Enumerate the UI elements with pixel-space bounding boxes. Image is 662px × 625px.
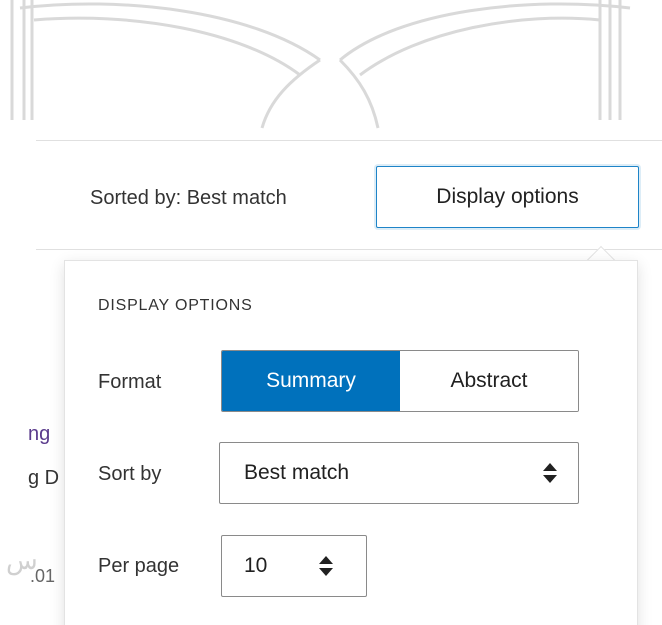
format-toggle: Summary Abstract [221,350,579,412]
format-label: Format [98,371,162,393]
up-down-arrows-icon [543,463,557,483]
display-options-panel: DISPLAY OPTIONS Format Summary Abstract … [64,260,638,625]
result-title-link[interactable]: ng [28,423,50,446]
format-abstract-button[interactable]: Abstract [400,351,578,411]
toolbar-divider-bottom [36,249,662,250]
display-options-button[interactable]: Display options [376,166,639,228]
sort-by-label: Sort by [98,463,162,485]
format-summary-button[interactable]: Summary [222,351,400,411]
result-citation-text: .01 [30,566,56,586]
sort-by-select[interactable]: Best match [219,442,579,504]
panel-title: DISPLAY OPTIONS [98,297,253,314]
per-page-value: 10 [244,554,268,577]
sort-by-value: Best match [244,461,350,484]
up-down-arrows-icon [319,556,333,576]
sorted-by-label: Sorted by: Best match [90,187,287,209]
per-page-select[interactable]: 10 [221,535,367,597]
result-authors-text: g D [28,467,60,489]
per-page-label: Per page [98,555,180,577]
background-logo [10,0,631,129]
